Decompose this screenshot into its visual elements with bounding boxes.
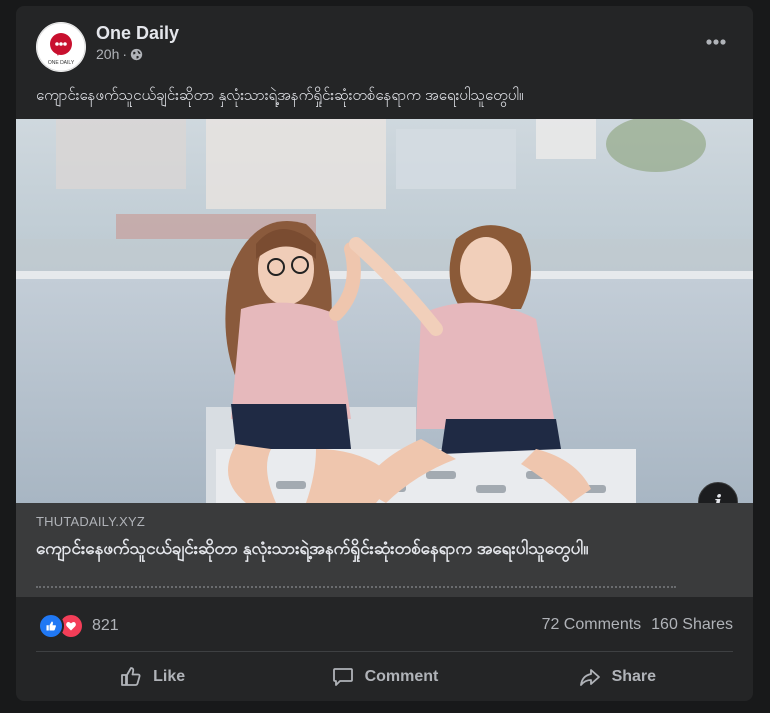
more-options-icon — [706, 39, 726, 45]
share-icon — [579, 669, 600, 686]
truncated-text-line — [36, 586, 676, 591]
globe-icon[interactable] — [130, 48, 143, 61]
post-caption: ကျောင်းနေဖက်သူငယ်ချင်းဆိုတာ နှလုံးသားရဲ့… — [36, 87, 524, 104]
avatar[interactable]: ONE DAILY — [36, 22, 86, 72]
reactions-summary[interactable]: 821 — [38, 613, 119, 639]
share-label: Share — [611, 668, 657, 685]
divider — [36, 651, 733, 652]
link-title[interactable]: ကျောင်းနေဖက်သူငယ်ချင်းဆိုတာ နှလုံးသားရဲ့… — [36, 538, 696, 560]
svg-text:ONE DAILY: ONE DAILY — [48, 60, 75, 66]
one-daily-logo: ONE DAILY — [36, 22, 86, 72]
reaction-count: 821 — [92, 617, 119, 634]
post-card: ONE DAILY One Daily 20h · ကျောင်းနေဖက်သူ… — [16, 6, 753, 701]
comment-icon — [332, 668, 353, 686]
comment-label: Comment — [364, 668, 439, 685]
like-button[interactable]: Like — [36, 656, 268, 698]
engagement-stats: 72 Comments 160 Shares — [542, 616, 733, 634]
share-button[interactable]: Share — [501, 656, 733, 698]
post-time[interactable]: 20h — [96, 46, 119, 62]
meta-separator: · — [122, 46, 128, 62]
comment-button[interactable]: Comment — [268, 656, 500, 698]
link-domain: THUTADAILY.XYZ — [36, 514, 145, 529]
like-label: Like — [153, 668, 186, 685]
like-reaction-icon — [38, 613, 64, 639]
action-bar: Like Comment Share — [36, 656, 733, 698]
post-meta: 20h · — [96, 46, 143, 62]
photo-two-girls — [16, 119, 753, 503]
more-options-button[interactable] — [701, 30, 731, 54]
post-image[interactable] — [16, 119, 753, 503]
thumbs-up-icon — [121, 667, 141, 686]
comments-count[interactable]: 72 Comments — [542, 616, 642, 634]
page-name[interactable]: One Daily — [96, 23, 179, 44]
link-preview[interactable]: THUTADAILY.XYZ ကျောင်းနေဖက်သူငယ်ချင်းဆို… — [16, 503, 753, 597]
shares-count[interactable]: 160 Shares — [651, 616, 733, 634]
